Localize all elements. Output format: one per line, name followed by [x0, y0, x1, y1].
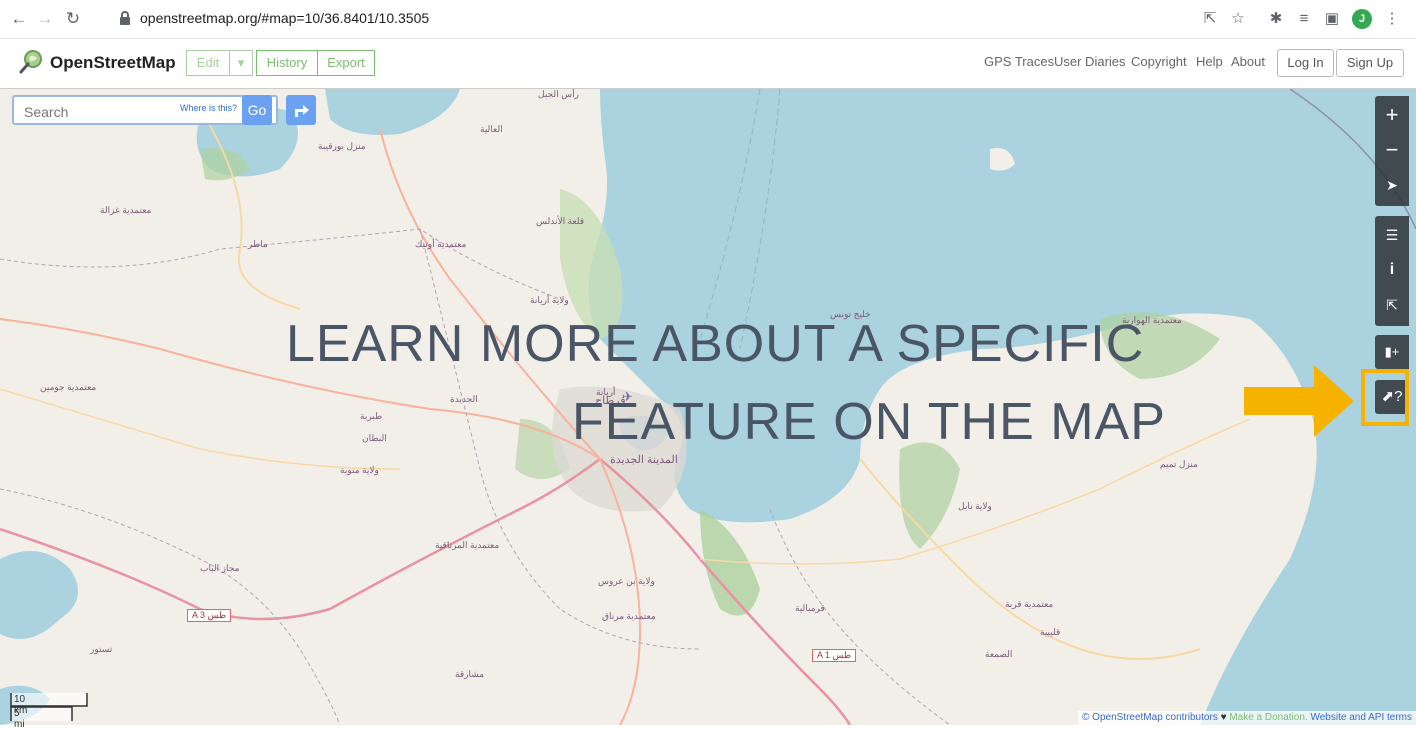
edit-dropdown-button[interactable]: ▾ — [229, 50, 253, 76]
place-label: قرمبالية — [795, 603, 825, 613]
nav-link-about[interactable]: About — [1231, 54, 1265, 69]
place-label: معتمدية جومين — [40, 382, 97, 392]
place-label: الجديدة — [450, 394, 478, 404]
terms-link[interactable]: Website and API terms — [1310, 712, 1412, 723]
site-title[interactable]: OpenStreetMap — [50, 53, 176, 73]
note-controls: ▮+ — [1375, 335, 1409, 369]
share-icon[interactable]: ⇱ — [1200, 9, 1220, 29]
site-header: OpenStreetMap Edit ▾ History Export GPS … — [0, 39, 1416, 89]
export-button[interactable]: Export — [317, 50, 375, 76]
zoom-in-button[interactable]: + — [1375, 98, 1409, 132]
heart-icon: ♥ — [1220, 712, 1227, 723]
nav-link-gps-traces[interactable]: GPS Traces — [984, 54, 1054, 69]
place-label: مشارقة — [455, 669, 485, 679]
place-label: ولاية نابل — [958, 501, 992, 511]
overlay-title-line2: FEATURE ON THE MAP — [572, 393, 1166, 451]
where-is-this-link[interactable]: Where is this? — [180, 103, 237, 113]
forward-icon[interactable]: → — [34, 8, 56, 30]
comment-plus-icon: ▮+ — [1384, 344, 1400, 359]
nav-link-user-diaries[interactable]: User Diaries — [1054, 54, 1126, 69]
layer-controls: ☰ i ⇱ — [1375, 216, 1409, 326]
menu-icon[interactable]: ⋮ — [1382, 9, 1402, 29]
donate-link[interactable]: Make a Donation. — [1229, 712, 1307, 723]
zoom-controls: + − ➤ — [1375, 96, 1409, 206]
layers-icon: ☰ — [1385, 227, 1399, 243]
history-button[interactable]: History — [256, 50, 318, 76]
minus-icon: − — [1385, 137, 1399, 162]
place-label: ولاية بن عروس — [598, 576, 655, 586]
place-label: المدينة الجديدة — [610, 454, 678, 466]
lock-icon — [120, 11, 130, 25]
search-input[interactable] — [22, 101, 186, 123]
road-shield: A 3 طس — [187, 609, 232, 622]
arrow-right-icon — [1244, 365, 1354, 437]
attribution-link[interactable]: © OpenStreetMap contributors — [1082, 712, 1218, 723]
info-icon: i — [1389, 261, 1395, 278]
place-label: معتمدية مرناق — [602, 611, 656, 621]
place-label: معتمدية قربة — [1005, 599, 1054, 609]
layers-button[interactable]: ☰ — [1375, 218, 1409, 252]
place-label: معتمدية أوتيك — [415, 239, 467, 249]
place-label: معتمدية المرناقية — [435, 540, 500, 550]
side-panel-icon[interactable]: ▣ — [1322, 9, 1342, 29]
nav-link-copyright[interactable]: Copyright — [1131, 54, 1187, 69]
plus-icon: + — [1385, 102, 1399, 127]
place-label: مجاز الباب — [200, 563, 240, 573]
attribution: © OpenStreetMap contributors ♥ Make a Do… — [1078, 711, 1416, 725]
locate-button[interactable]: ➤ — [1375, 168, 1409, 202]
overlay-title-line1: LEARN MORE ABOUT A SPECIFIC — [286, 315, 1145, 373]
place-label: رأس الجبل — [538, 89, 579, 99]
url-text[interactable]: openstreetmap.org/#map=10/36.8401/10.350… — [140, 10, 429, 26]
chevron-down-icon: ▾ — [237, 55, 245, 70]
place-label: ماطر — [248, 239, 268, 249]
share-button[interactable]: ⇱ — [1375, 288, 1409, 322]
osm-logo-icon[interactable] — [18, 49, 44, 75]
zoom-out-button[interactable]: − — [1375, 133, 1409, 167]
extensions-icon[interactable]: ✱ — [1266, 9, 1286, 29]
road-shield: A 1 طس — [812, 649, 857, 662]
place-label: تستور — [90, 644, 113, 654]
place-label: الصمعة — [985, 649, 1013, 659]
edit-button[interactable]: Edit — [186, 50, 230, 76]
login-button[interactable]: Log In — [1277, 49, 1334, 77]
directions-button[interactable] — [286, 95, 316, 125]
back-icon[interactable]: ← — [8, 8, 30, 30]
place-label: منزل تميم — [1160, 459, 1198, 469]
place-label: قلعة الأندلس — [536, 216, 585, 226]
share-icon: ⇱ — [1386, 297, 1398, 313]
avatar[interactable]: J — [1352, 9, 1372, 29]
map-key-button[interactable]: i — [1375, 253, 1409, 287]
place-label: قليبية — [1040, 627, 1061, 637]
location-arrow-icon: ➤ — [1386, 177, 1398, 193]
signup-button[interactable]: Sign Up — [1336, 49, 1404, 77]
place-label: ولاية أريانة — [530, 295, 569, 305]
place-label: طبربة — [360, 411, 383, 421]
search-container: Where is this? — [12, 95, 278, 125]
nav-link-help[interactable]: Help — [1196, 54, 1223, 69]
star-icon[interactable]: ☆ — [1228, 9, 1248, 29]
directions-icon — [295, 105, 309, 117]
place-label: البطان — [362, 433, 387, 443]
browser-toolbar: ← → ↻ openstreetmap.org/#map=10/36.8401/… — [0, 0, 1416, 39]
go-button[interactable]: Go — [242, 95, 272, 125]
add-note-button[interactable]: ▮+ — [1375, 335, 1409, 369]
reading-list-icon[interactable]: ≡ — [1294, 9, 1314, 29]
place-label: العالية — [480, 124, 503, 134]
reload-icon[interactable]: ↻ — [62, 8, 84, 30]
place-label: منزل بورقيبة — [318, 141, 366, 151]
place-label: معتمدية غزالة — [100, 205, 152, 215]
place-label: ولاية منوبة — [340, 465, 379, 475]
highlight-frame — [1361, 369, 1409, 426]
scale-mi: 5 mi — [14, 708, 25, 730]
